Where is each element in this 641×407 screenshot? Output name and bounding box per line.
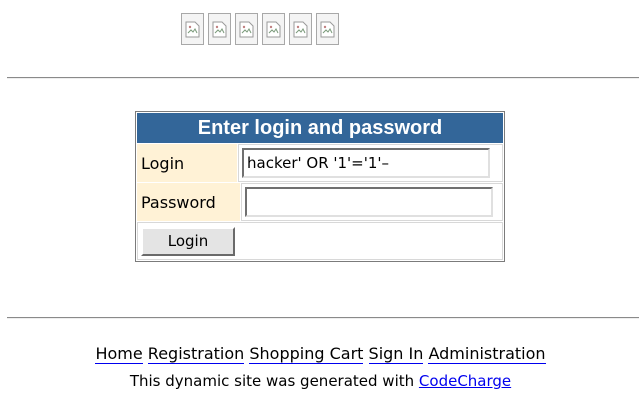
broken-image-icon (208, 13, 231, 45)
login-input[interactable] (242, 148, 490, 178)
footer-link-administration[interactable]: Administration (428, 344, 546, 364)
login-form-title: Enter login and password (137, 113, 503, 143)
credit-text: This dynamic site was generated with (129, 372, 415, 390)
login-form: Enter login and password Login Password … (135, 111, 505, 262)
login-field-cell (238, 144, 503, 182)
codecharge-link[interactable]: CodeCharge (419, 372, 511, 390)
bottom-divider (7, 317, 639, 319)
login-label: Login (137, 144, 237, 182)
password-label: Password (137, 183, 240, 221)
password-field-cell (241, 183, 503, 221)
header-image-row (181, 13, 339, 45)
footer-link-shopping-cart[interactable]: Shopping Cart (249, 344, 364, 364)
password-input[interactable] (245, 187, 493, 217)
broken-image-icon (181, 13, 204, 45)
top-divider (7, 77, 639, 79)
footer-link-registration[interactable]: Registration (147, 344, 245, 364)
password-row: Password (137, 183, 503, 221)
login-button[interactable]: Login (141, 226, 235, 256)
login-row: Login (137, 144, 503, 182)
submit-row: Login (137, 222, 503, 260)
footer-nav: Home Registration Shopping Cart Sign In … (0, 344, 641, 364)
broken-image-icon (262, 13, 285, 45)
footer-link-sign-in[interactable]: Sign In (368, 344, 424, 364)
broken-image-icon (316, 13, 339, 45)
broken-image-icon (289, 13, 312, 45)
footer-credit: This dynamic site was generated with Cod… (0, 372, 641, 390)
broken-image-icon (235, 13, 258, 45)
footer-link-home[interactable]: Home (95, 344, 143, 364)
